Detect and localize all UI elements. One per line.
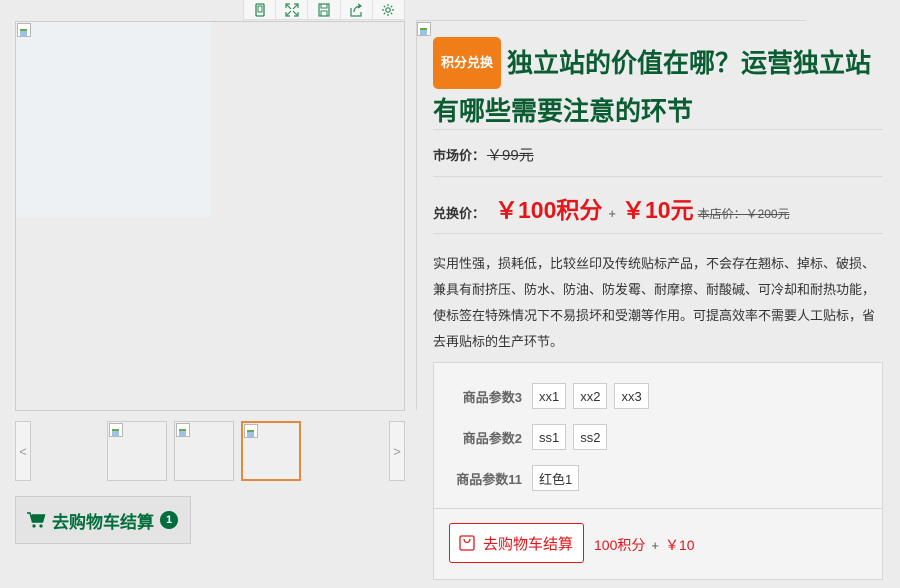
option-chip[interactable]: ss1 <box>532 424 567 450</box>
option-chip[interactable]: ss2 <box>573 424 608 450</box>
broken-image-icon <box>417 22 431 36</box>
market-price-label: 市场价： <box>433 148 486 163</box>
plus-sign: + <box>608 206 616 221</box>
points-exchange-tag: 积分兑换 <box>433 37 502 89</box>
divider <box>433 129 883 130</box>
option-chip[interactable]: 红色1 <box>532 465 580 491</box>
thumbnail[interactable] <box>174 421 234 481</box>
share-icon[interactable] <box>341 0 373 19</box>
product-description: 实用性强，损耗低，比较丝印及传统贴标产品，不会存在翘标、掉标、破损、兼具有耐挤压… <box>433 256 876 349</box>
thumb-next-button[interactable]: > <box>389 421 405 481</box>
option-label: 商品参数11 <box>456 471 522 487</box>
option-chip[interactable]: xx1 <box>532 383 567 409</box>
sum-cash: ￥10 <box>664 537 695 553</box>
product-title: 积分兑换 独立站的价值在哪？运营独立站有哪些需要注意的环节 <box>433 37 883 133</box>
main-product-image[interactable] <box>15 21 405 411</box>
broken-image-icon <box>17 23 31 37</box>
sum-plus: + <box>651 538 659 553</box>
phone-icon[interactable] <box>244 0 277 19</box>
exchange-cash-value: ￥10元 <box>621 197 694 223</box>
option-row: 商品参数11 红色1 <box>434 465 586 491</box>
product-title-block: 积分兑换 独立站的价值在哪？运营独立站有哪些需要注意的环节 <box>433 37 883 133</box>
option-label: 商品参数2 <box>462 430 522 446</box>
shopping-bag-icon <box>459 535 475 551</box>
option-label: 商品参数3 <box>462 389 522 405</box>
market-price-value: ￥99元 <box>487 147 534 164</box>
broken-image-icon <box>109 423 123 437</box>
product-options-panel: 商品参数3 xx1 xx2 xx3 商品参数2 ss1 ss2 商品参数11 红… <box>433 362 883 580</box>
fullscreen-icon[interactable] <box>276 0 309 19</box>
order-sum: 100积分 + ￥10 <box>594 535 695 555</box>
settings-icon[interactable] <box>373 0 404 19</box>
thumbnail-active[interactable] <box>241 421 301 481</box>
exchange-price-row: 兑换价： ￥100积分 + ￥10元 本店价：￥200元 <box>433 191 790 225</box>
market-price-row: 市场价： ￥99元 <box>433 144 534 165</box>
checkout-button[interactable]: 去购物车结算 <box>449 523 584 563</box>
thumbnail[interactable] <box>107 421 167 481</box>
thumb-prev-button[interactable]: < <box>15 421 31 481</box>
panel-top-border <box>416 20 806 21</box>
broken-image-icon <box>176 423 190 437</box>
sum-points: 100积分 <box>594 537 646 553</box>
exchange-points-value: ￥100积分 <box>495 197 603 223</box>
store-price: 本店价：￥200元 <box>697 207 790 221</box>
divider <box>434 508 882 509</box>
exchange-price-label: 兑换价： <box>433 206 486 221</box>
image-placeholder <box>16 22 211 217</box>
option-row: 商品参数2 ss1 ss2 <box>434 424 614 450</box>
broken-image-icon <box>244 424 258 438</box>
divider <box>433 233 883 234</box>
panel-divider <box>416 20 417 410</box>
option-row: 商品参数3 xx1 xx2 xx3 <box>434 383 656 409</box>
option-chip[interactable]: xx3 <box>614 383 649 409</box>
cart-icon <box>27 512 46 528</box>
cart-count-badge: 1 <box>160 511 178 529</box>
cart-label: 去购物车结算 <box>52 512 154 532</box>
image-toolbar <box>243 0 405 20</box>
save-icon[interactable] <box>308 0 341 19</box>
checkout-label: 去购物车结算 <box>483 535 574 553</box>
go-to-cart-button[interactable]: 去购物车结算 1 <box>15 496 191 544</box>
option-chip[interactable]: xx2 <box>573 383 608 409</box>
divider <box>433 176 883 177</box>
